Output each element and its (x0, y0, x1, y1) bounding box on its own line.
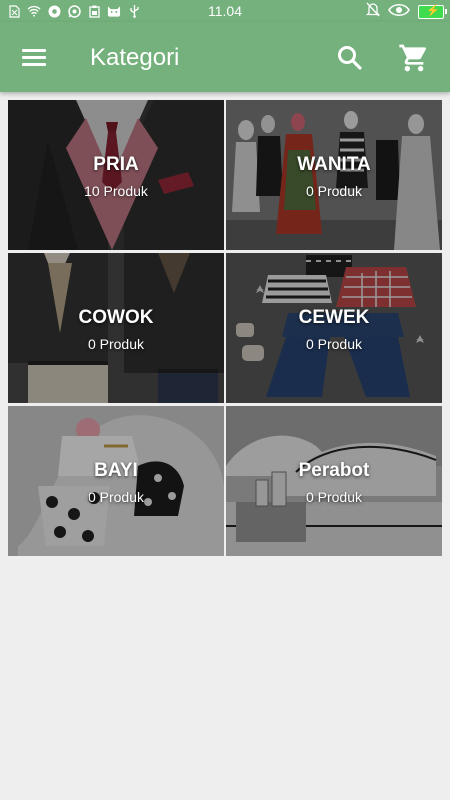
category-name: COWOK (78, 307, 154, 328)
status-icons-left (0, 4, 141, 18)
category-name: WANITA (297, 154, 371, 175)
whatsapp-icon (67, 4, 81, 18)
category-count: 10 Produk (84, 183, 148, 199)
category-name: Perabot (298, 460, 370, 481)
cat-icon (107, 4, 121, 18)
status-bar: 11.04 ⚡ (0, 0, 450, 22)
category-tile-cewek[interactable]: CEWEK 0 Produk (226, 253, 442, 403)
category-count: 0 Produk (305, 183, 363, 199)
search-button[interactable] (336, 44, 364, 72)
category-count: 0 Produk (305, 336, 363, 352)
cart-button[interactable] (398, 42, 430, 74)
wifi-icon (27, 4, 41, 18)
app-bar: Kategori (0, 22, 450, 92)
menu-button[interactable] (22, 46, 48, 68)
search-icon (338, 46, 362, 70)
category-count: 0 Produk (87, 489, 145, 505)
category-count: 0 Produk (305, 489, 363, 505)
category-count: 0 Produk (87, 336, 145, 352)
sim-off-icon (7, 4, 21, 18)
category-grid: PRIA 10 Produk WANITA 0 Produk COWOK 0 P… (8, 100, 442, 556)
category-tile-cowok[interactable]: COWOK 0 Produk (8, 253, 224, 403)
category-name: CEWEK (298, 307, 370, 328)
category-name: PRIA (93, 154, 139, 175)
page-title: Kategori (90, 44, 180, 71)
cart-icon (399, 44, 427, 72)
category-tile-perabot[interactable]: Perabot 0 Produk (226, 406, 442, 556)
battery-charging-icon: ⚡ (418, 5, 447, 19)
category-tile-wanita[interactable]: WANITA 0 Produk (226, 100, 442, 250)
mute-bell-icon (365, 2, 381, 22)
category-tile-pria[interactable]: PRIA 10 Produk (8, 100, 224, 250)
hamburger-icon (22, 49, 46, 52)
eye-icon (388, 3, 410, 22)
clipboard-icon (87, 4, 101, 18)
category-name: BAYI (94, 460, 138, 481)
category-tile-bayi[interactable]: BAYI 0 Produk (8, 406, 224, 556)
chrome-icon (47, 4, 61, 18)
usb-icon (127, 4, 141, 18)
status-icons-right: ⚡ (365, 2, 447, 22)
